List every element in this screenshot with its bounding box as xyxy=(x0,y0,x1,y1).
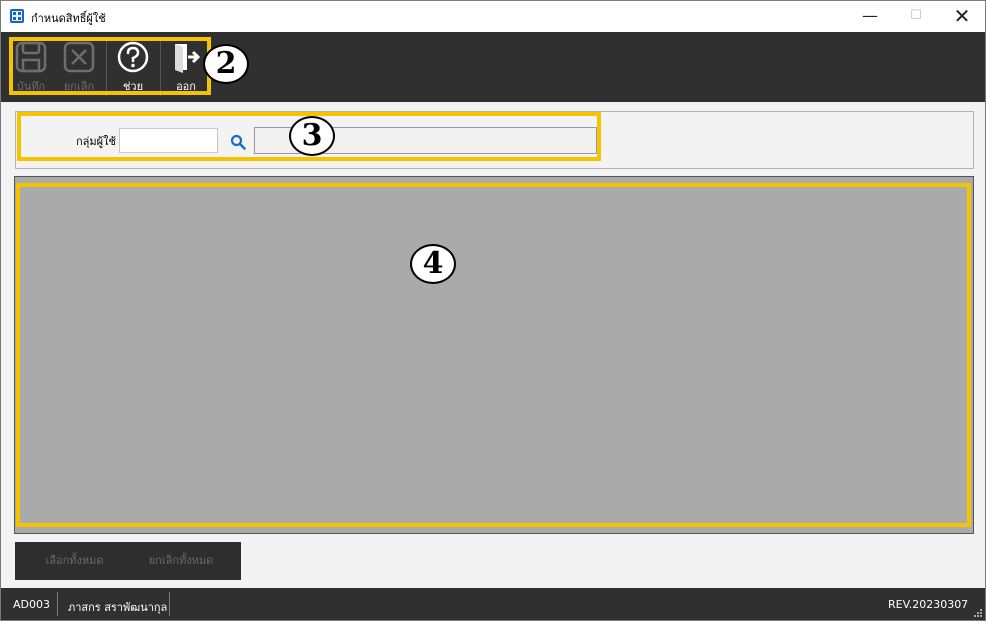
program-code: AD003 xyxy=(13,598,50,611)
app-window: กำหนดสิทธิ์ผู้ใช้ — ☐ ✕ บันทึก ยกเลิก ช่… xyxy=(0,0,986,621)
select-all-button[interactable]: เลือกทั้งหมด xyxy=(15,542,134,580)
minimize-button[interactable]: — xyxy=(847,1,893,32)
close-window-button[interactable]: ✕ xyxy=(939,1,985,32)
toolbar-callout: 2 xyxy=(203,44,249,84)
app-icon xyxy=(10,9,24,23)
toolbar-highlight xyxy=(9,37,211,95)
filter-callout: 3 xyxy=(289,116,335,156)
status-bar: AD003 ภาสกร สราพัฒนากุล REV.20230307 xyxy=(1,588,985,620)
title-bar: กำหนดสิทธิ์ผู้ใช้ — ☐ ✕ xyxy=(1,1,985,32)
deselect-all-button[interactable]: ยกเลิกทั้งหมด xyxy=(121,542,241,580)
status-divider xyxy=(57,592,58,616)
window-title: กำหนดสิทธิ์ผู้ใช้ xyxy=(31,12,106,25)
user-name: ภาสกร สราพัฒนากุล xyxy=(68,601,168,614)
revision-label: REV.20230307 xyxy=(888,598,969,611)
grid-callout: 4 xyxy=(410,244,456,284)
maximize-button[interactable]: ☐ xyxy=(893,1,939,32)
status-divider xyxy=(169,592,170,616)
grid-highlight xyxy=(16,183,971,527)
resize-grip-icon[interactable] xyxy=(973,608,983,618)
